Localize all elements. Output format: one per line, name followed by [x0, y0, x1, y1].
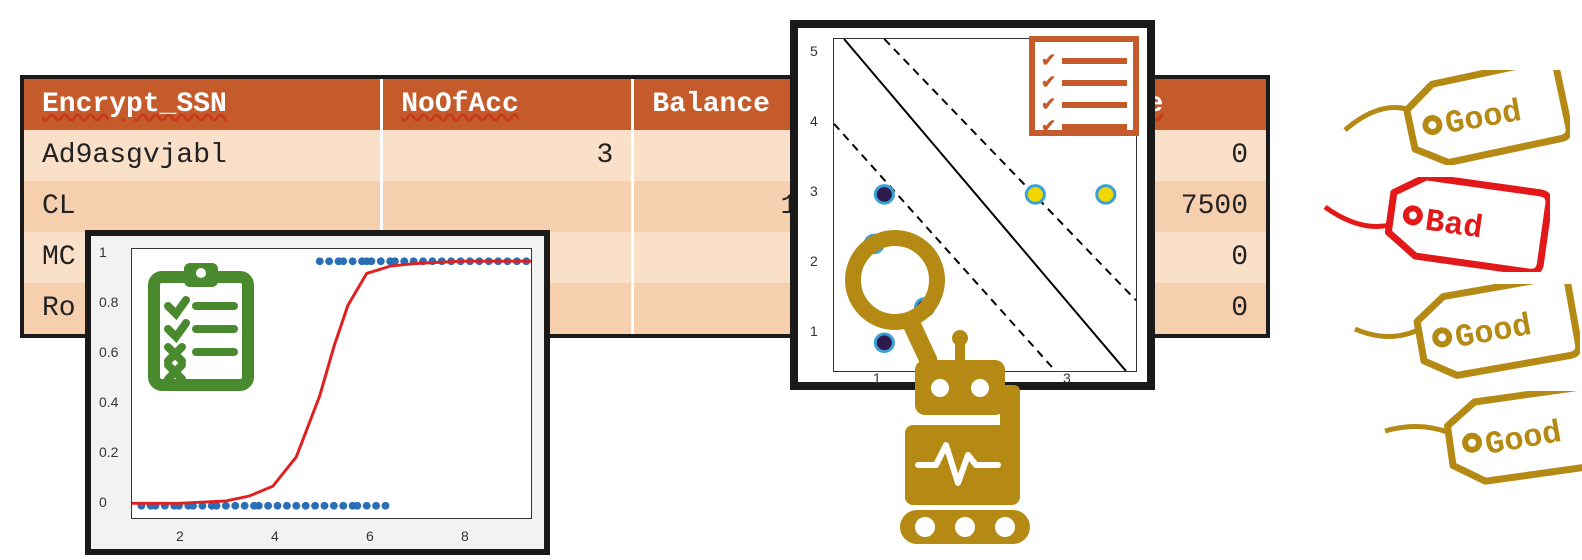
ytick: 0	[99, 494, 107, 510]
tag-label: Bad	[1423, 202, 1485, 247]
tag-good: Good	[1350, 284, 1582, 379]
ytick: 0.2	[99, 444, 118, 460]
tag-good: Good	[1340, 70, 1582, 165]
col-noofacc: NoOfAcc	[382, 77, 633, 130]
ytick: 3	[810, 183, 818, 199]
classification-tags: Good Bad Good	[1280, 70, 1582, 486]
xtick: 2	[176, 528, 184, 544]
tag-bad: Bad	[1320, 177, 1582, 272]
cell-ssn: Ad9asgvjabl	[22, 130, 382, 181]
xtick: 4	[271, 528, 279, 544]
col-encrypt-ssn: Encrypt_SSN	[22, 77, 382, 130]
ytick: 1	[99, 244, 107, 260]
xtick: 8	[461, 528, 469, 544]
cell-noofacc	[382, 181, 633, 232]
robot-magnifier-icon	[840, 230, 1050, 555]
ytick: 2	[810, 253, 818, 269]
checklist-badge-icon: ✔ ✔ ✔ ✔	[1029, 36, 1139, 136]
ytick: 0.6	[99, 344, 118, 360]
clipboard-check-icon	[146, 261, 256, 396]
ytick: 0.4	[99, 394, 118, 410]
tag-good: Good	[1380, 391, 1582, 486]
ytick: 5	[810, 43, 818, 59]
ytick: 0.8	[99, 294, 118, 310]
ytick: 4	[810, 113, 818, 129]
xtick: 3	[1063, 370, 1071, 386]
ytick: 1	[810, 323, 818, 339]
xtick: 6	[366, 528, 374, 544]
cell-ssn: CL	[22, 181, 382, 232]
cell-noofacc: 3	[382, 130, 633, 181]
sigmoid-chart-panel: 1 0.8 0.6 0.4 0.2 0 2 4 6 8	[85, 230, 550, 555]
